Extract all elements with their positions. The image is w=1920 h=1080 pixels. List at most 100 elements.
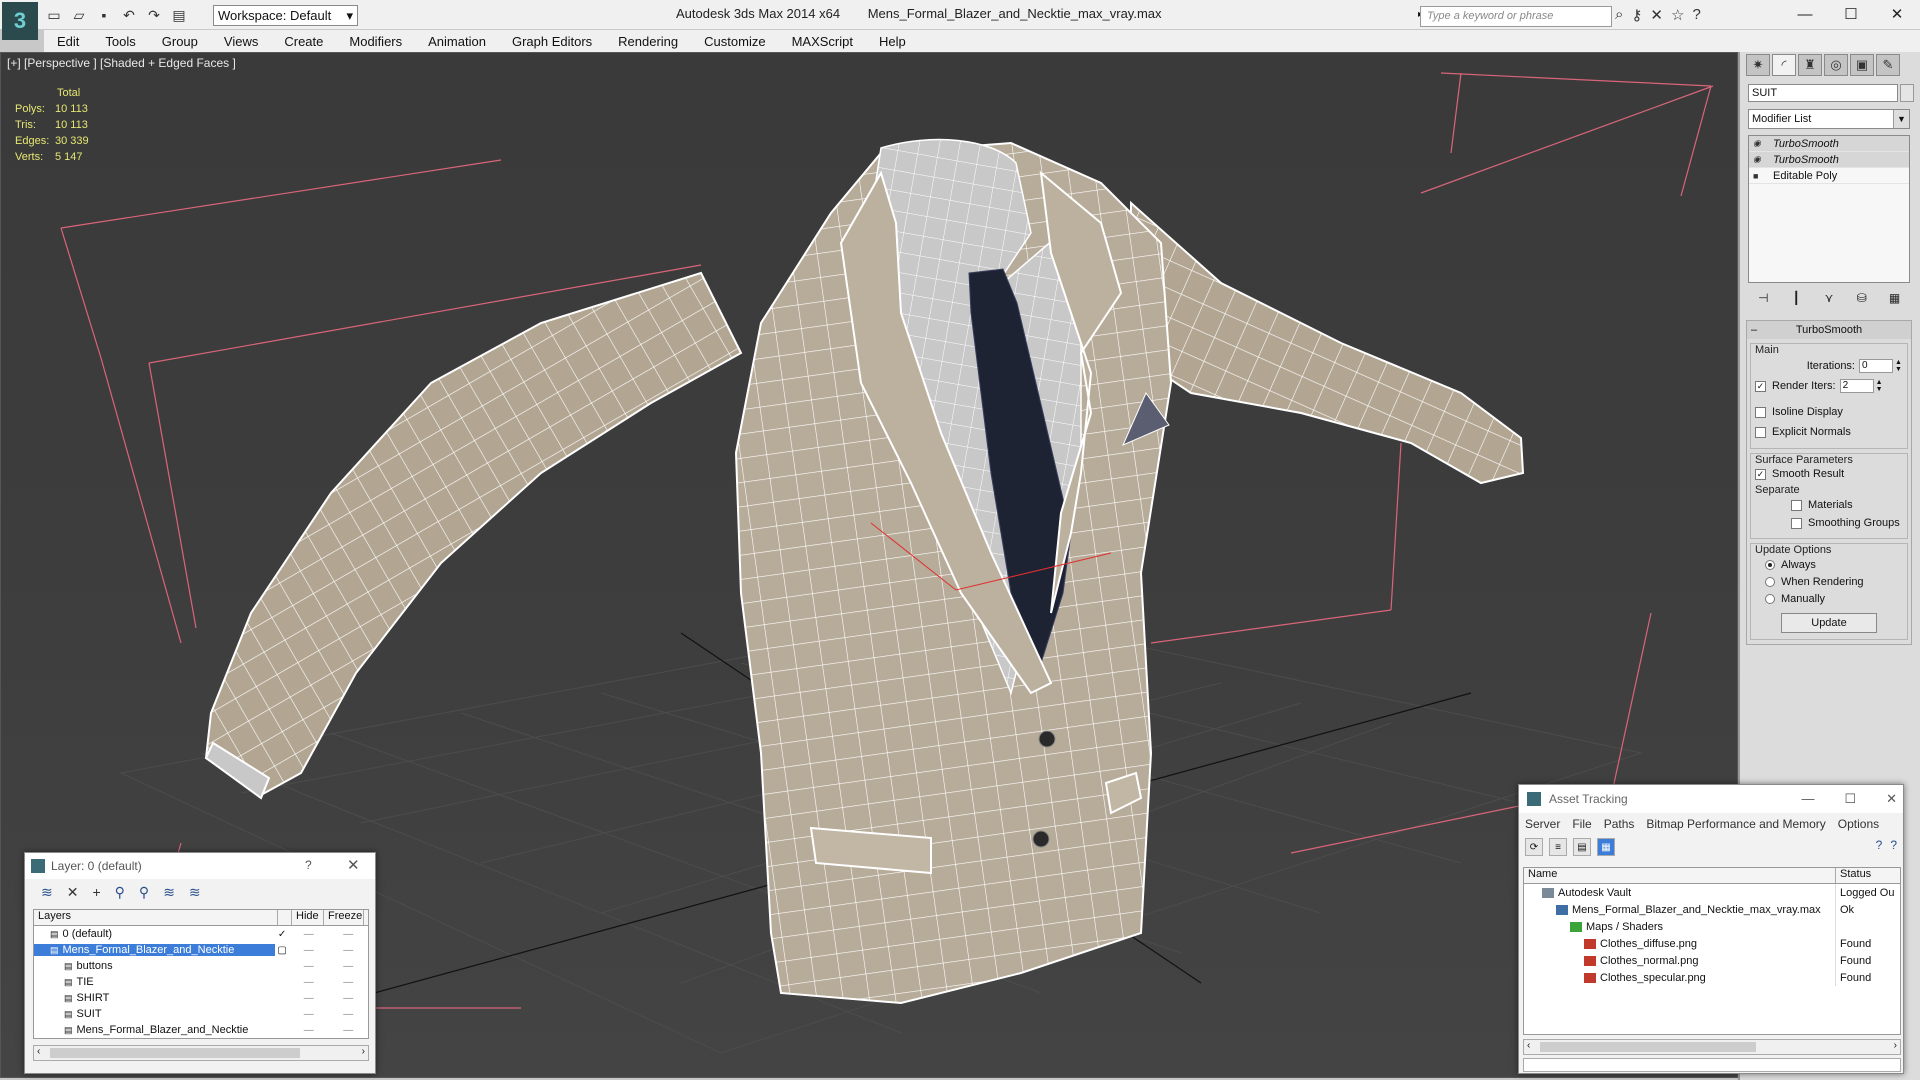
- object-color-swatch[interactable]: [1900, 84, 1914, 102]
- maximize-icon[interactable]: ☐: [1844, 791, 1856, 807]
- context-help-icon[interactable]: ?: [1890, 838, 1897, 852]
- project-folder-icon[interactable]: ▤: [169, 5, 189, 25]
- freeze-all-icon[interactable]: ≋: [189, 884, 201, 901]
- remove-modifier-icon[interactable]: ⛁: [1846, 288, 1877, 308]
- horizontal-scrollbar[interactable]: ‹ ›: [1523, 1039, 1901, 1055]
- asset-row[interactable]: Clothes_diffuse.png Found: [1524, 935, 1900, 952]
- viewport-label[interactable]: [+] [Perspective ] [Shaded + Edged Faces…: [7, 56, 236, 70]
- asset-menu-paths[interactable]: Paths: [1598, 817, 1641, 831]
- lightbulb-icon[interactable]: ◉: [1753, 154, 1765, 165]
- table-view-icon[interactable]: ▤: [1573, 838, 1591, 856]
- app-menu-button[interactable]: 3: [2, 2, 38, 40]
- highlight-layer-icon[interactable]: ⚲: [139, 884, 149, 901]
- display-tab-icon[interactable]: ▣: [1850, 54, 1874, 76]
- select-objects-icon[interactable]: ⚲: [115, 884, 125, 901]
- asset-row[interactable]: Maps / Shaders: [1524, 918, 1900, 935]
- hide-toggle[interactable]: —: [289, 993, 328, 1004]
- col-name[interactable]: Name: [1524, 868, 1836, 883]
- show-end-result-icon[interactable]: ┃: [1781, 288, 1812, 308]
- manually-radio[interactable]: [1765, 593, 1775, 604]
- render-iters-checkbox[interactable]: ✓: [1755, 380, 1766, 392]
- iterations-spinner[interactable]: 0: [1859, 359, 1893, 373]
- col-hide[interactable]: Hide: [292, 910, 324, 925]
- hide-toggle[interactable]: —: [289, 961, 328, 972]
- always-radio[interactable]: [1765, 559, 1775, 570]
- asset-menu-server[interactable]: Server: [1519, 817, 1566, 831]
- menu-item-views[interactable]: Views: [211, 34, 271, 49]
- layer-row[interactable]: ▤ SUIT — —: [34, 1006, 368, 1022]
- new-file-icon[interactable]: ▭: [44, 5, 64, 25]
- spinner-arrows-icon[interactable]: ▲ ▼: [1876, 379, 1884, 393]
- menu-item-edit[interactable]: Edit: [44, 34, 92, 49]
- materials-checkbox[interactable]: [1791, 499, 1802, 511]
- current-layer-check-icon[interactable]: ✓: [275, 929, 289, 940]
- menu-item-modifiers[interactable]: Modifiers: [336, 34, 415, 49]
- col-status[interactable]: Status: [1836, 868, 1871, 883]
- modifier-stack-item[interactable]: ■ Editable Poly: [1749, 168, 1909, 184]
- freeze-toggle[interactable]: —: [329, 977, 368, 988]
- asset-menu-bitmap-performance-and-memory[interactable]: Bitmap Performance and Memory: [1640, 817, 1831, 831]
- menu-item-customize[interactable]: Customize: [691, 34, 778, 49]
- menu-item-tools[interactable]: Tools: [92, 34, 148, 49]
- list-view-icon[interactable]: ≡: [1549, 838, 1567, 856]
- workspace-dropdown[interactable]: Workspace: Default ▾: [213, 5, 358, 26]
- create-tab-icon[interactable]: ✷: [1746, 54, 1770, 76]
- layer-current-toggle[interactable]: ▢: [275, 945, 289, 956]
- render-iters-spinner[interactable]: 2: [1839, 379, 1874, 393]
- save-file-icon[interactable]: ▪: [94, 5, 114, 25]
- asset-menu-options[interactable]: Options: [1832, 817, 1885, 831]
- spinner-arrows-icon[interactable]: ▲ ▼: [1895, 359, 1903, 373]
- rollout-header[interactable]: – TurboSmooth: [1747, 321, 1911, 339]
- scrollbar-thumb[interactable]: [1540, 1042, 1756, 1052]
- asset-row[interactable]: Clothes_specular.png Found: [1524, 969, 1900, 986]
- search-input[interactable]: Type a keyword or phrase: [1420, 6, 1612, 27]
- delete-layer-icon[interactable]: ✕: [67, 884, 79, 901]
- undo-icon[interactable]: ↶: [119, 5, 139, 25]
- when-rendering-radio[interactable]: [1765, 576, 1775, 587]
- motion-tab-icon[interactable]: ◎: [1824, 54, 1848, 76]
- freeze-toggle[interactable]: —: [329, 961, 368, 972]
- modifier-list-dropdown[interactable]: Modifier List ▼: [1748, 109, 1910, 129]
- hide-all-icon[interactable]: ≋: [163, 884, 175, 901]
- freeze-toggle[interactable]: —: [329, 1025, 368, 1036]
- help-icon[interactable]: ?: [1876, 838, 1883, 852]
- make-unique-icon[interactable]: ⋎: [1814, 288, 1845, 308]
- freeze-toggle[interactable]: —: [329, 1009, 368, 1020]
- update-button[interactable]: Update: [1781, 613, 1877, 633]
- menu-item-maxscript[interactable]: MAXScript: [779, 34, 866, 49]
- menu-item-create[interactable]: Create: [271, 34, 336, 49]
- asset-menu-file[interactable]: File: [1566, 817, 1597, 831]
- menu-item-rendering[interactable]: Rendering: [605, 34, 691, 49]
- hide-toggle[interactable]: —: [289, 977, 328, 988]
- layer-row[interactable]: ▤ buttons — —: [34, 958, 368, 974]
- smoothing-groups-checkbox[interactable]: [1791, 517, 1802, 529]
- maximize-icon[interactable]: ☐: [1828, 0, 1874, 28]
- grid-view-icon[interactable]: ▦: [1597, 838, 1615, 856]
- add-to-layer-icon[interactable]: +: [92, 884, 100, 900]
- help-icon[interactable]: ?: [1692, 6, 1700, 24]
- new-layer-icon[interactable]: ≋: [41, 884, 53, 901]
- modifier-stack-item[interactable]: ◉ TurboSmooth: [1749, 136, 1909, 152]
- refresh-icon[interactable]: ⟳: [1525, 838, 1543, 856]
- hide-toggle[interactable]: —: [289, 1025, 328, 1036]
- hierarchy-tab-icon[interactable]: ♜: [1798, 54, 1822, 76]
- lightbulb-icon[interactable]: ◉: [1753, 138, 1765, 149]
- layer-window-titlebar[interactable]: Layer: 0 (default) ? ✕: [25, 853, 375, 879]
- favorites-star-icon[interactable]: ☆: [1671, 6, 1684, 24]
- utilities-tab-icon[interactable]: ✎: [1876, 54, 1900, 76]
- modifier-stack-item[interactable]: ◉ TurboSmooth: [1749, 152, 1909, 168]
- hide-toggle[interactable]: —: [289, 1009, 328, 1020]
- binoculars-icon[interactable]: ⌕: [1615, 6, 1623, 24]
- redo-icon[interactable]: ↷: [144, 5, 164, 25]
- asset-row[interactable]: Clothes_normal.png Found: [1524, 952, 1900, 969]
- open-file-icon[interactable]: ▱: [69, 5, 89, 25]
- layer-row[interactable]: ▤ Mens_Formal_Blazer_and_Necktie — —: [34, 1022, 368, 1038]
- asset-row[interactable]: Mens_Formal_Blazer_and_Necktie_max_vray.…: [1524, 901, 1900, 918]
- layer-row[interactable]: ▤ Mens_Formal_Blazer_and_Necktie ▢ — —: [34, 942, 368, 958]
- smooth-result-checkbox[interactable]: ✓: [1755, 468, 1766, 480]
- freeze-toggle[interactable]: —: [329, 945, 369, 956]
- menu-item-graph-editors[interactable]: Graph Editors: [499, 34, 605, 49]
- key-icon[interactable]: ⚷: [1631, 6, 1642, 24]
- minimize-icon[interactable]: —: [1782, 0, 1828, 28]
- hide-toggle[interactable]: —: [289, 929, 329, 940]
